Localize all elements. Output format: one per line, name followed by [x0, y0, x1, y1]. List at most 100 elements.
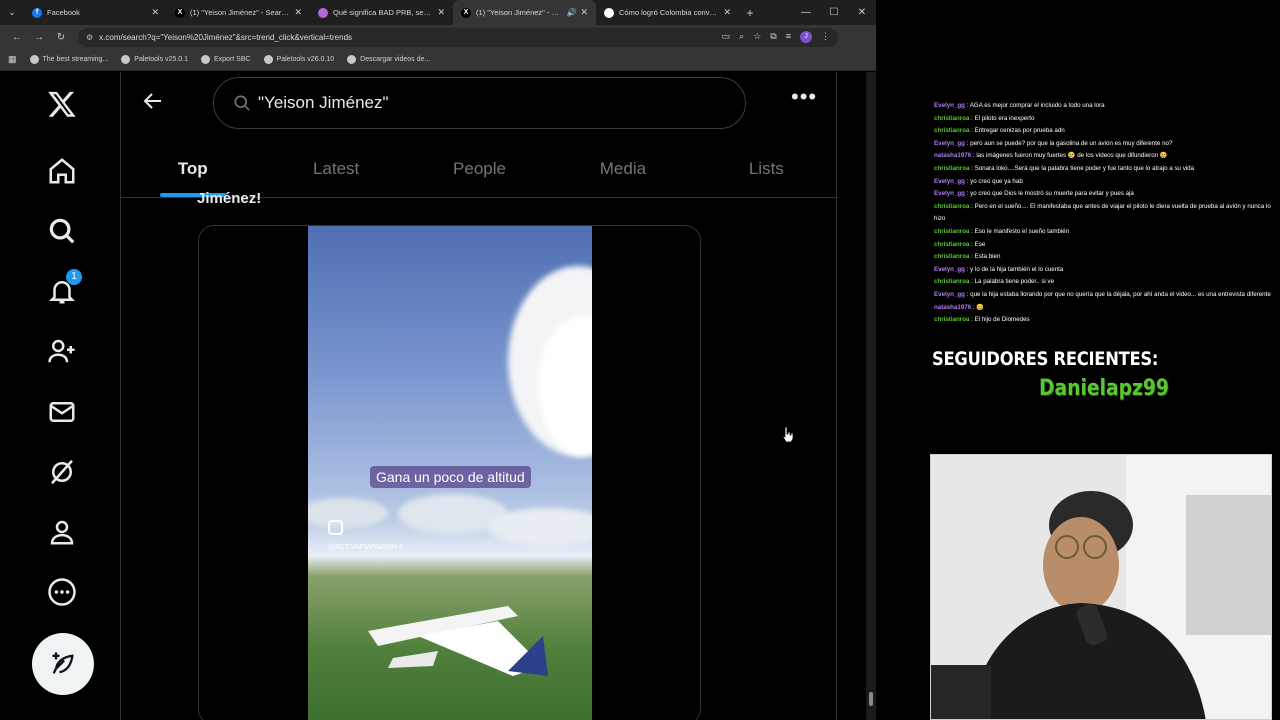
bookmark-item[interactable]: Export SBC: [200, 55, 251, 64]
chat-text: yo creo que ya hab: [970, 177, 1023, 185]
streamer-webcam-image: [931, 455, 1271, 719]
tab-lists[interactable]: Lists: [695, 140, 838, 197]
search-input[interactable]: "Yeison Jiménez": [213, 77, 746, 129]
video-watermark-handle: @ACTIVAFMPAIPA96.6: [328, 544, 404, 551]
chat-text: y lo de la hija también el lo cuenta: [970, 265, 1064, 273]
bookmark-item[interactable]: Descargar videos de...: [347, 55, 430, 64]
bookmark-label: Paletools v26.0.10: [276, 56, 335, 63]
media-icon[interactable]: ≡: [786, 31, 791, 43]
site-info-icon[interactable]: ⚙: [86, 33, 93, 42]
browser-tab[interactable]: Cómo logró Colombia convertir ✕: [596, 0, 739, 25]
forward-nav-button[interactable]: →: [28, 32, 50, 43]
reload-button[interactable]: ↻: [50, 32, 72, 43]
chat-username: Evelyn_gg: [934, 139, 965, 147]
tab-title: Facebook: [47, 8, 80, 17]
search-icon: [234, 95, 250, 111]
zoom-icon[interactable]: ⌕: [739, 31, 744, 43]
chat-text: yo creo que Dios le mostró su muerte par…: [970, 190, 1134, 198]
back-arrow-icon[interactable]: [141, 89, 165, 113]
post-media-card[interactable]: Gana un poco de altitud @ACTIVAFMPAIPA96…: [198, 225, 701, 720]
chat-text: AGA es mejor comprar el incluido a todo …: [969, 102, 1105, 109]
video-player[interactable]: Gana un poco de altitud @ACTIVAFMPAIPA96…: [308, 226, 592, 720]
follow-people-icon[interactable]: [42, 331, 82, 371]
bookmark-item[interactable]: Paletools v25.0.1: [121, 55, 188, 64]
chat-message: Evelyn_gg : que la hija estaba llorando …: [934, 289, 1280, 302]
chat-message: christianroa : Ese: [934, 239, 1280, 252]
tab-close-icon[interactable]: ✕: [437, 7, 445, 18]
extensions-icon[interactable]: ⧉: [770, 31, 776, 43]
chat-username: natasha1976: [934, 152, 972, 160]
notifications-bell-icon[interactable]: 1: [42, 269, 82, 311]
profile-icon[interactable]: [42, 512, 82, 552]
webcam-feed: [930, 454, 1272, 720]
browser-window: ⌄ f Facebook ✕ X (1) "Yeison Jiménez" - Sear…: [0, 0, 876, 720]
compose-post-button[interactable]: [32, 633, 94, 695]
tab-top[interactable]: Top: [121, 140, 264, 197]
new-tab-button[interactable]: +: [739, 6, 761, 20]
chat-message: Evelyn_gg : yo creo que ya hab: [934, 176, 1280, 189]
messages-envelope-icon[interactable]: [42, 392, 82, 432]
tab-strip: ⌄ f Facebook ✕ X (1) "Yeison Jiménez" - Sear…: [0, 0, 876, 25]
tab-close-icon[interactable]: ✕: [580, 7, 588, 18]
profile-avatar[interactable]: J: [800, 31, 812, 43]
tab-favicon-icon: X: [175, 7, 185, 18]
x-sidebar-nav: 1: [0, 72, 120, 720]
cast-icon[interactable]: ▭: [722, 31, 731, 43]
chat-username: christianroa: [934, 127, 970, 135]
browser-tab[interactable]: X (1) "Yeison Jiménez" - Search / ✕: [167, 0, 310, 25]
chat-text: El hijo de Diomedes: [974, 316, 1030, 324]
tab-people[interactable]: People: [408, 140, 551, 197]
chat-text: El piloto era inexperto: [974, 114, 1035, 122]
chat-username: christianroa: [934, 253, 970, 261]
chat-message: christianroa : El piloto era inexperto: [934, 113, 1280, 126]
tab-latest[interactable]: Latest: [264, 140, 407, 197]
tab-title: Qué significa BAD PRB, señal q: [333, 8, 434, 17]
tab-audio-icon[interactable]: 🔊: [566, 8, 576, 17]
maximize-button[interactable]: ☐: [820, 0, 848, 25]
back-nav-button[interactable]: ←: [6, 32, 28, 43]
bookmark-label: The best streaming...: [42, 56, 109, 63]
explore-search-icon[interactable]: [42, 211, 82, 251]
tab-label: Media: [599, 158, 647, 178]
tab-close-icon[interactable]: ✕: [294, 7, 302, 18]
feather-plus-icon: [52, 652, 74, 674]
bookmark-item[interactable]: The best streaming...: [29, 55, 109, 64]
tab-media[interactable]: Media: [551, 140, 694, 197]
address-bar[interactable]: ⚙ x.com/search?q="Yeison%20Jiménez"&src=…: [78, 27, 838, 47]
more-options-circle-icon[interactable]: [42, 572, 82, 612]
chat-message: christianroa : Eso le manifesto el sueño…: [934, 226, 1280, 239]
bookmark-favicon-icon: [121, 55, 131, 64]
bookmark-favicon-icon: [29, 55, 39, 64]
bookmark-favicon-icon: [200, 55, 210, 64]
browser-tab[interactable]: f Facebook ✕: [24, 0, 167, 25]
url-text: x.com/search?q="Yeison%20Jiménez"&src=tr…: [99, 32, 353, 42]
scrollbar-thumb[interactable]: [869, 692, 873, 706]
recent-follower-name: Danielapz99: [1039, 376, 1169, 401]
grok-icon[interactable]: [42, 452, 82, 492]
tab-search-button[interactable]: ⌄: [0, 0, 24, 25]
tab-label: Top: [177, 158, 208, 178]
chat-username: christianroa: [934, 202, 970, 210]
close-window-button[interactable]: ✕: [848, 0, 876, 25]
chat-username: christianroa: [934, 114, 970, 122]
home-icon[interactable]: [42, 151, 82, 191]
bookmark-star-icon[interactable]: ☆: [753, 31, 761, 43]
tab-close-icon[interactable]: ✕: [723, 7, 731, 18]
browser-tab[interactable]: Qué significa BAD PRB, señal q ✕: [310, 0, 453, 25]
apps-grid-icon[interactable]: ▦: [8, 54, 17, 65]
search-more-button[interactable]: •••: [791, 86, 816, 114]
chat-username: christianroa: [934, 278, 970, 286]
bookmark-item[interactable]: Paletools v26.0.10: [263, 55, 335, 64]
search-query-text: "Yeison Jiménez": [258, 93, 389, 112]
tab-close-icon[interactable]: ✕: [151, 7, 159, 18]
chat-message: christianroa : Pero en el sueño.... El m…: [934, 201, 1280, 226]
page-scrollbar[interactable]: [866, 72, 876, 720]
tab-favicon-icon: X: [461, 7, 471, 18]
chat-text: las imágenes fueron muy fuertes 😢 de los…: [976, 152, 1168, 160]
minimize-button[interactable]: —: [792, 0, 820, 25]
bookmark-label: Descargar videos de...: [360, 56, 431, 63]
chat-username: Evelyn_gg: [934, 102, 965, 109]
browser-tab[interactable]: X (1) "Yeison Jiménez" - Search🔊 ✕: [453, 0, 596, 25]
x-logo-icon[interactable]: [42, 84, 82, 124]
browser-menu-icon[interactable]: ⋮: [821, 31, 830, 43]
